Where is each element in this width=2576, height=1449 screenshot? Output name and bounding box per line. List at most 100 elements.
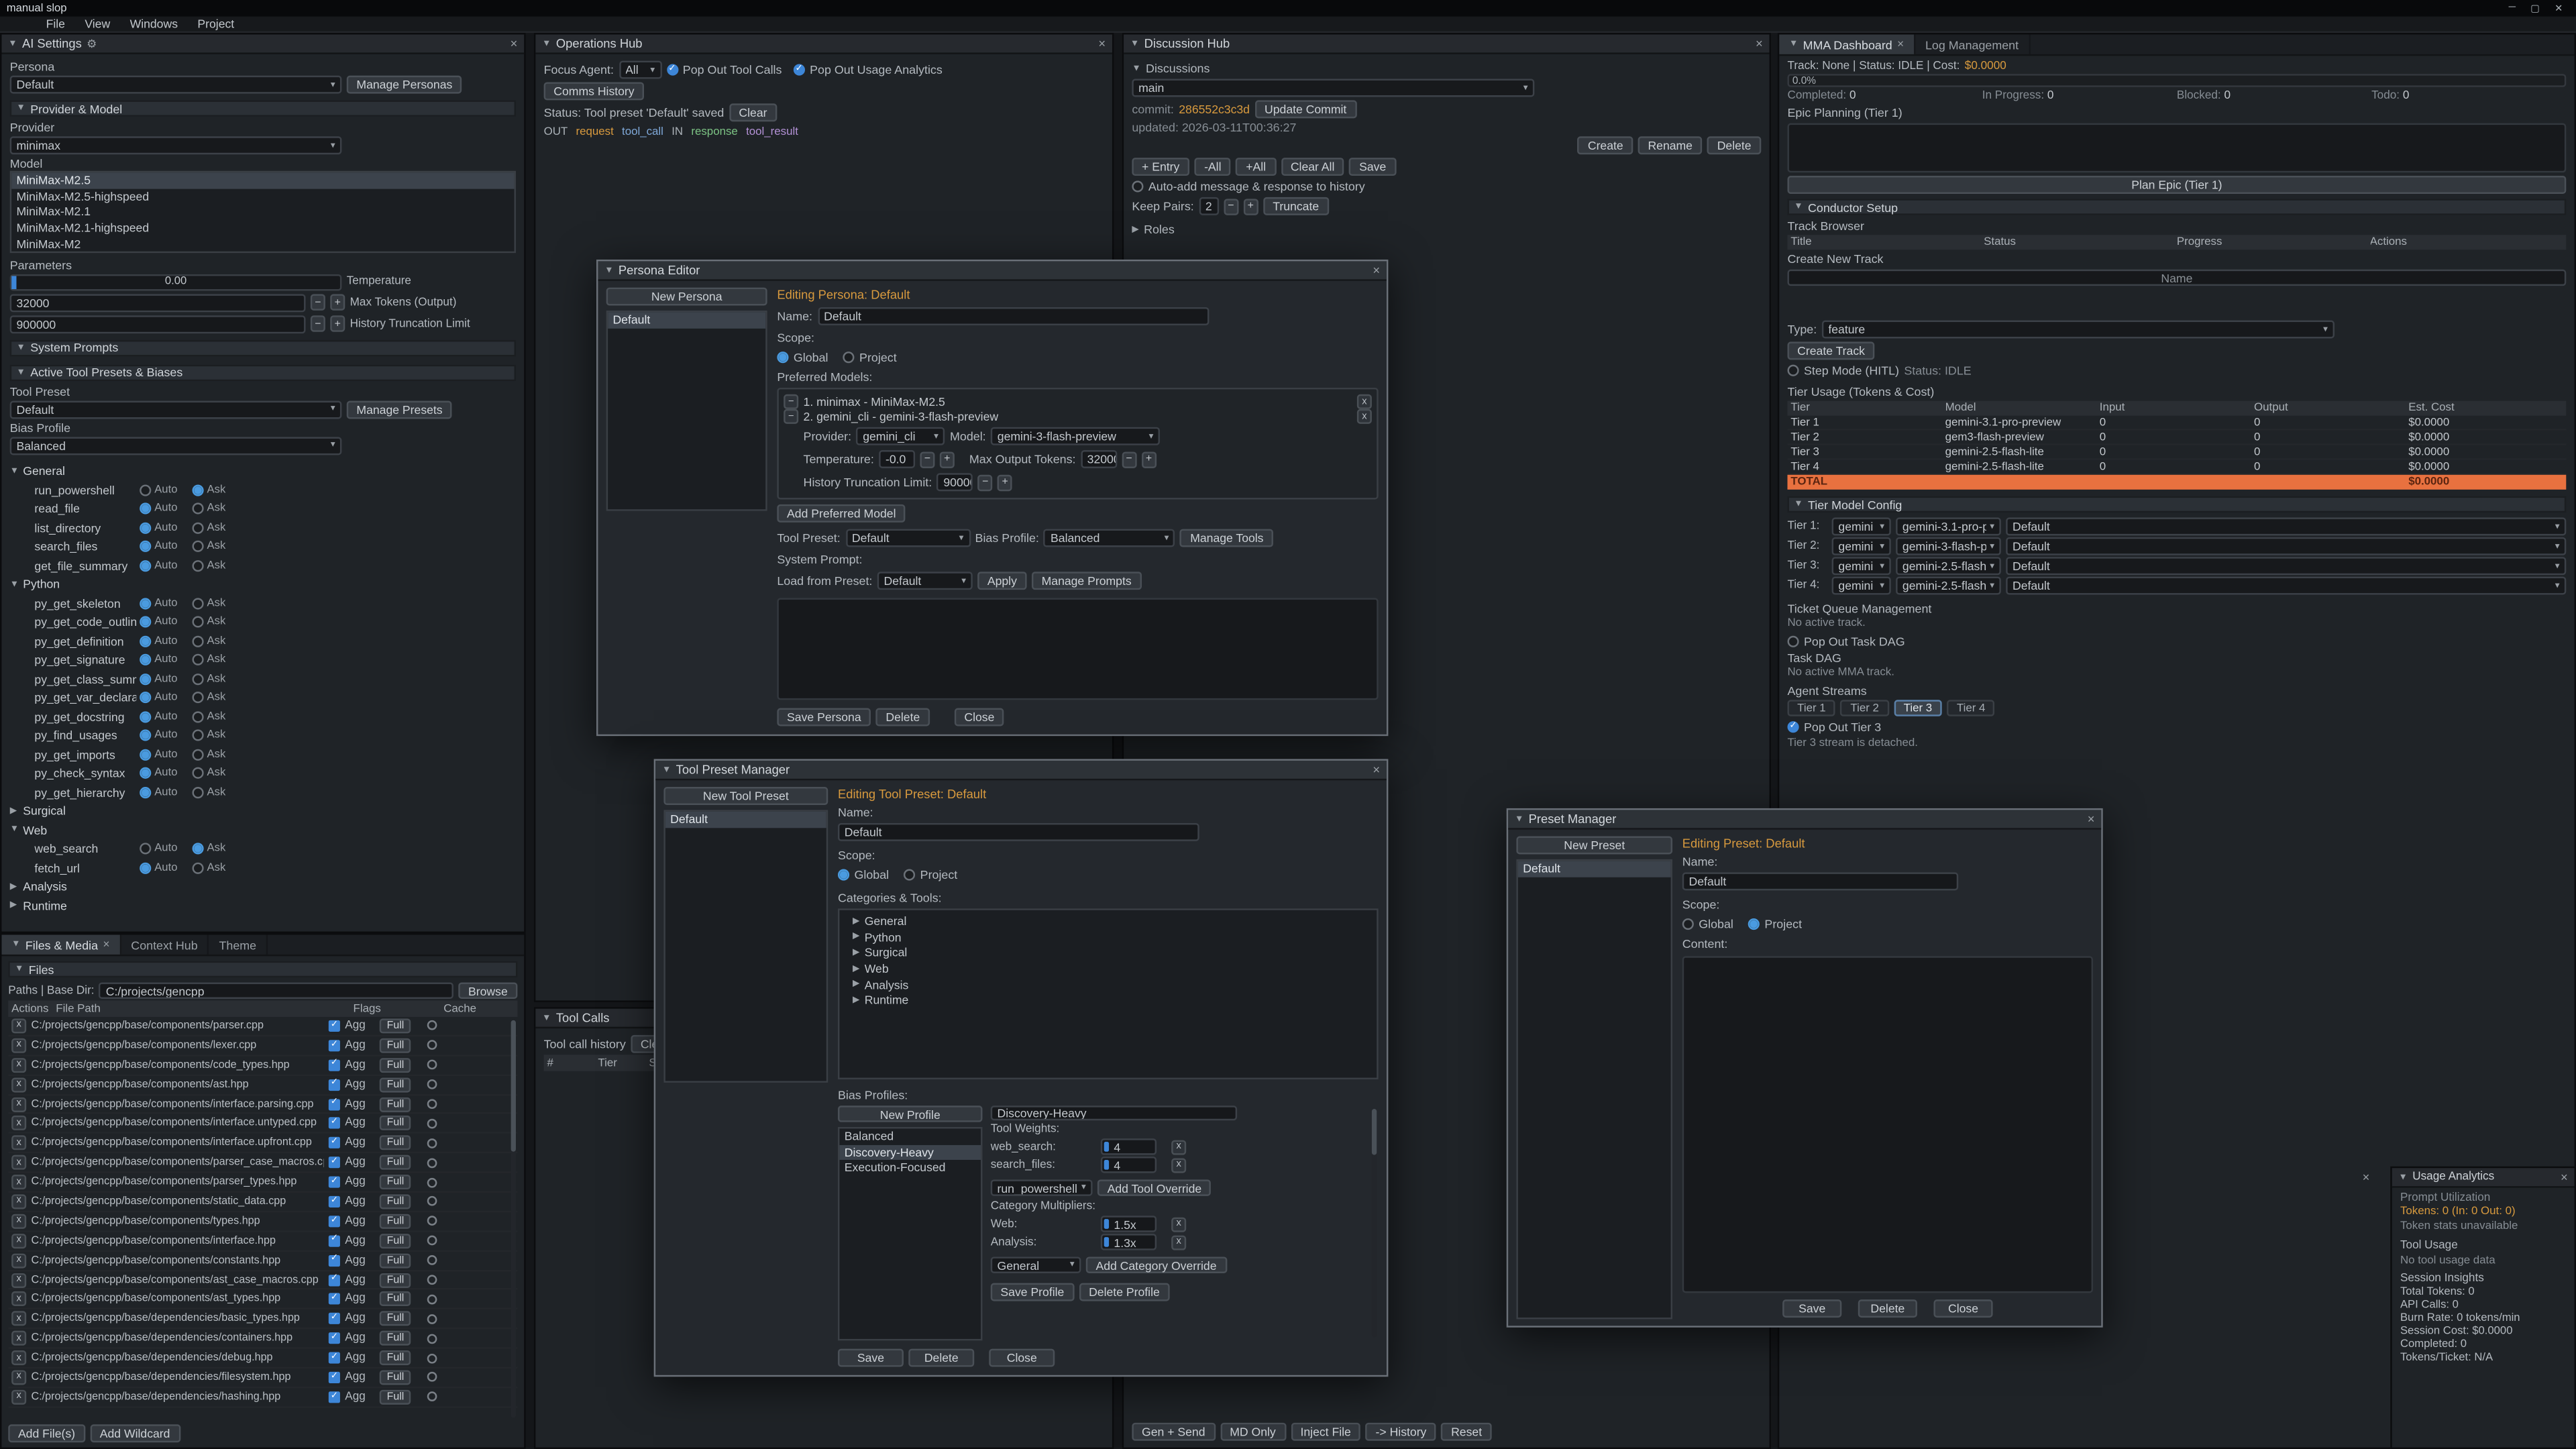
cache-indicator-icon[interactable] bbox=[427, 1353, 437, 1363]
manage-presets-button[interactable]: Manage Presets bbox=[347, 400, 453, 419]
cache-indicator-icon[interactable] bbox=[427, 1138, 437, 1148]
apply-button[interactable]: Apply bbox=[977, 572, 1026, 590]
create-discussion-button[interactable]: Create bbox=[1578, 136, 1633, 154]
cache-indicator-icon[interactable] bbox=[427, 1334, 437, 1344]
decrement-button[interactable]: − bbox=[920, 451, 934, 467]
auto-add-checkbox[interactable] bbox=[1132, 180, 1143, 192]
bias-profile-list-item[interactable]: Balanced bbox=[839, 1128, 981, 1144]
remove-file-button[interactable]: x bbox=[11, 1350, 26, 1365]
scope-project-radio[interactable] bbox=[843, 352, 855, 363]
remove-file-button[interactable]: x bbox=[11, 1097, 26, 1112]
model-list-item[interactable]: MiniMax-M2.5-highspeed bbox=[11, 189, 514, 204]
tool-tree-row[interactable]: run_powershell Auto Ask bbox=[10, 480, 516, 499]
close-icon[interactable]: × bbox=[103, 939, 109, 951]
preset-name-input[interactable]: Default bbox=[1682, 872, 1958, 890]
create-track-button[interactable]: Create Track bbox=[1787, 341, 1874, 360]
auto-radio[interactable] bbox=[140, 843, 151, 855]
close-icon[interactable]: × bbox=[511, 36, 518, 51]
agg-checkbox[interactable] bbox=[329, 1020, 340, 1032]
tier-preset-select[interactable]: Default ▾ bbox=[2006, 577, 2566, 595]
track-name-input[interactable] bbox=[1787, 270, 2566, 286]
decrement-button[interactable]: − bbox=[311, 295, 325, 311]
full-button[interactable]: Full bbox=[380, 1116, 411, 1131]
update-commit-button[interactable]: Update Commit bbox=[1254, 100, 1356, 118]
auto-radio[interactable] bbox=[140, 503, 151, 515]
pop-out-tier3-checkbox[interactable] bbox=[1787, 721, 1799, 733]
provider-model-section-header[interactable]: ▼ Provider & Model bbox=[10, 100, 516, 116]
collapse-icon[interactable]: ▼ bbox=[1132, 63, 1140, 73]
increment-button[interactable]: + bbox=[330, 295, 345, 311]
tool-preset-name-input[interactable]: Default bbox=[838, 823, 1199, 841]
increment-button[interactable]: + bbox=[998, 474, 1012, 490]
maximize-icon[interactable]: ▢ bbox=[2530, 3, 2540, 14]
entry-action-button[interactable]: + Entry bbox=[1132, 158, 1189, 176]
collapsed-icon[interactable]: ▶ bbox=[1132, 224, 1138, 234]
remove-file-button[interactable]: x bbox=[11, 1292, 26, 1307]
full-button[interactable]: Full bbox=[380, 1234, 411, 1248]
close-icon[interactable]: × bbox=[1373, 263, 1380, 278]
collapse-icon[interactable]: ▼ bbox=[1515, 814, 1523, 824]
add-files-button[interactable]: Add File(s) bbox=[8, 1424, 85, 1442]
pref-provider-select[interactable]: gemini_cli ▾ bbox=[856, 427, 945, 445]
tool-tree-row[interactable]: py_find_usages Auto Ask bbox=[10, 726, 516, 745]
increment-button[interactable]: + bbox=[1243, 198, 1258, 214]
tier-model-config-header[interactable]: ▼ Tier Model Config bbox=[1787, 496, 2566, 513]
model-list-item[interactable]: MiniMax-M2.1-highspeed bbox=[11, 220, 514, 235]
tool-tree-row[interactable]: py_get_code_outline Auto Ask bbox=[10, 612, 516, 631]
manage-personas-button[interactable]: Manage Personas bbox=[347, 76, 462, 94]
discussion-action-button[interactable]: MD Only bbox=[1220, 1423, 1286, 1441]
tier-provider-select[interactable]: gemini ▾ bbox=[1832, 577, 1891, 595]
bias-profile-list-item[interactable]: Execution-Focused bbox=[839, 1160, 981, 1175]
tool-tree-row[interactable]: py_get_imports Auto Ask bbox=[10, 745, 516, 764]
increment-button[interactable]: + bbox=[330, 316, 345, 332]
decrement-button[interactable]: − bbox=[311, 316, 325, 332]
full-button[interactable]: Full bbox=[380, 1018, 411, 1033]
tool-tree-row[interactable]: ▶ Runtime Auto Ask bbox=[10, 896, 516, 915]
agg-checkbox[interactable] bbox=[329, 1157, 340, 1169]
scrollbar-thumb[interactable] bbox=[511, 1020, 516, 1152]
step-mode-checkbox[interactable] bbox=[1787, 365, 1799, 376]
tool-tree-row[interactable]: get_file_summary Auto Ask bbox=[10, 556, 516, 575]
comms-history-button[interactable]: Comms History bbox=[544, 82, 645, 100]
auto-radio[interactable] bbox=[140, 541, 151, 552]
ask-radio[interactable] bbox=[192, 673, 203, 684]
bias-scrollbar[interactable] bbox=[1372, 1109, 1377, 1337]
entry-action-button[interactable]: Clear All bbox=[1281, 158, 1344, 176]
tool-tree-row[interactable]: list_directory Auto Ask bbox=[10, 519, 516, 537]
agg-checkbox[interactable] bbox=[329, 1274, 340, 1285]
manage-prompts-button[interactable]: Manage Prompts bbox=[1032, 572, 1141, 590]
add-preferred-model-button[interactable]: Add Preferred Model bbox=[777, 504, 906, 523]
menu-item[interactable]: Windows bbox=[130, 16, 178, 31]
browse-button[interactable]: Browse bbox=[458, 982, 517, 998]
delete-persona-button[interactable]: Delete bbox=[876, 708, 930, 727]
agg-checkbox[interactable] bbox=[329, 1372, 340, 1383]
tool-tree-row[interactable]: py_get_skeleton Auto Ask bbox=[10, 594, 516, 612]
remove-file-button[interactable]: x bbox=[11, 1018, 26, 1033]
agg-checkbox[interactable] bbox=[329, 1235, 340, 1246]
stream-tab[interactable]: Tier 2 bbox=[1841, 700, 1889, 716]
move-up-button[interactable]: − bbox=[784, 394, 798, 409]
new-tool-preset-button[interactable]: New Tool Preset bbox=[663, 787, 828, 805]
new-preset-button[interactable]: New Preset bbox=[1516, 837, 1672, 855]
history-limit-input[interactable]: 900000 bbox=[10, 315, 306, 333]
tier-provider-select[interactable]: gemini ▾ bbox=[1832, 517, 1891, 535]
remove-file-button[interactable]: x bbox=[11, 1175, 26, 1189]
close-dialog-button[interactable]: Close bbox=[1933, 1299, 1992, 1318]
agg-checkbox[interactable] bbox=[329, 1254, 340, 1266]
max-tokens-input[interactable]: 32000 bbox=[10, 294, 306, 312]
tool-presets-section-header[interactable]: ▼ Active Tool Presets & Biases bbox=[10, 365, 516, 381]
remove-file-button[interactable]: x bbox=[11, 1253, 26, 1268]
auto-radio[interactable] bbox=[140, 522, 151, 533]
agg-checkbox[interactable] bbox=[329, 1059, 340, 1071]
discussion-action-button[interactable]: Gen + Send bbox=[1132, 1423, 1215, 1441]
auto-radio[interactable] bbox=[140, 484, 151, 496]
agg-checkbox[interactable] bbox=[329, 1352, 340, 1364]
agg-checkbox[interactable] bbox=[329, 1216, 340, 1227]
remove-multiplier-button[interactable]: x bbox=[1171, 1216, 1186, 1231]
ask-radio[interactable] bbox=[192, 692, 203, 704]
delete-profile-button[interactable]: Delete Profile bbox=[1079, 1283, 1169, 1301]
close-dialog-button[interactable]: Close bbox=[989, 1349, 1055, 1367]
move-up-button[interactable]: − bbox=[784, 409, 798, 424]
pop-out-tool-calls-checkbox[interactable] bbox=[666, 64, 678, 76]
entry-action-button[interactable]: +All bbox=[1236, 158, 1276, 176]
